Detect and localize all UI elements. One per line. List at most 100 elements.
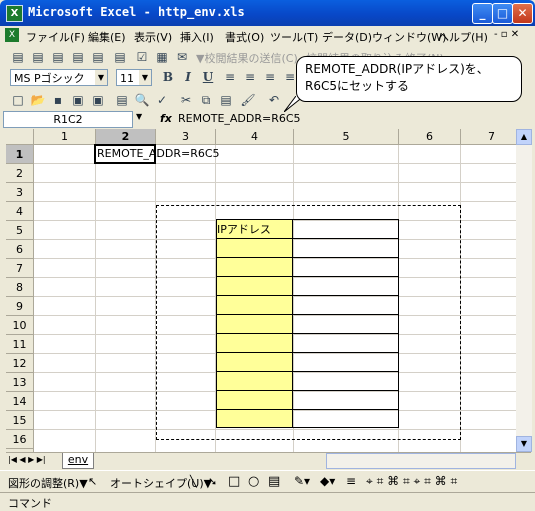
formula-input[interactable]: REMOTE_ADDR=R6C5 <box>178 112 301 125</box>
row-header-15[interactable]: 15 <box>6 411 34 430</box>
align-center-icon[interactable]: ≡ <box>242 69 258 85</box>
row-header-13[interactable]: 13 <box>6 373 34 392</box>
line-icon[interactable]: ╲ <box>190 475 197 488</box>
row-header-16[interactable]: 16 <box>6 430 34 449</box>
vertical-scrollbar[interactable]: ▲ ▼ <box>516 129 532 452</box>
chevron-down-icon[interactable]: ▼ <box>139 70 151 85</box>
column-header-2[interactable]: 2 <box>96 129 156 145</box>
sheet-tab-env[interactable]: env <box>62 453 94 469</box>
excel-icon: X <box>6 5 23 22</box>
callout-box[interactable]: REMOTE_ADDR(IPアドレス)を、 R6C5にセットする <box>296 56 522 102</box>
cell-r1c2[interactable]: REMOTE_ADDR=R6C5 <box>97 147 220 160</box>
column-header-4[interactable]: 4 <box>216 129 294 145</box>
save-icon[interactable]: ▪ <box>50 92 66 108</box>
new-comment-icon[interactable]: ▤ <box>10 49 26 65</box>
create-task-icon[interactable]: ☑ <box>134 49 150 65</box>
font-size-select[interactable]: 11 ▼ <box>116 69 152 86</box>
minimize-button[interactable]: _ <box>472 3 493 24</box>
row-header-7[interactable]: 7 <box>6 259 34 278</box>
column-header-5[interactable]: 5 <box>294 129 399 145</box>
menu-format[interactable]: 書式(O) <box>225 29 264 45</box>
arrow-icon[interactable]: ➘ <box>208 475 217 488</box>
line-color-icon[interactable]: ✎▾ <box>294 474 310 488</box>
row-header-4[interactable]: 4 <box>6 202 34 221</box>
row-header-12[interactable]: 12 <box>6 354 34 373</box>
horizontal-scrollbar[interactable] <box>326 453 516 469</box>
menu-file[interactable]: ファイル(F) <box>26 29 85 45</box>
font-color-icon[interactable]: ≡ <box>346 474 356 488</box>
row-header-1[interactable]: 1 <box>6 145 34 164</box>
row-header-14[interactable]: 14 <box>6 392 34 411</box>
shape-adjust-menu[interactable]: 図形の調整(R)▼ <box>8 475 88 491</box>
close-button[interactable]: ✕ <box>512 3 533 24</box>
open-file-icon[interactable]: 📂 <box>30 92 46 108</box>
show-comment-icon[interactable]: ▤ <box>70 49 86 65</box>
menu-view[interactable]: 表示(V) <box>134 29 172 45</box>
column-header-1[interactable]: 1 <box>34 129 96 145</box>
print-icon[interactable]: ▤ <box>114 92 130 108</box>
scroll-down-icon[interactable]: ▼ <box>516 436 532 452</box>
row-header-9[interactable]: 9 <box>6 297 34 316</box>
italic-button[interactable]: I <box>180 69 196 85</box>
menu-help[interactable]: ヘルプ(H) <box>438 29 488 45</box>
name-box[interactable]: R1C2 <box>3 111 133 128</box>
column-header-7[interactable]: 7 <box>461 129 523 145</box>
fx-icon[interactable]: fx <box>160 112 172 125</box>
excel-doc-icon[interactable]: X <box>5 28 19 42</box>
show-all-comments-icon[interactable]: ▤ <box>90 49 106 65</box>
menu-bar: X ファイル(F) 編集(E) 表示(V) 挿入(I) 書式(O) ツール(T)… <box>0 26 535 47</box>
undo-icon[interactable]: ↶ <box>266 92 282 108</box>
menu-tools[interactable]: ツール(T) <box>270 29 318 45</box>
doc-minimize-icon[interactable]: - ▫ ✕ <box>494 29 519 40</box>
rectangle-icon[interactable]: □ <box>228 474 240 489</box>
callout-line-1: REMOTE_ADDR(IPアドレス)を、 <box>305 62 489 76</box>
shape-tools-icon[interactable]: ⌖ ⌗ ⌘ ⌗ ⌖ ⌗ ⌘ ⌗ <box>366 474 457 489</box>
row-header-8[interactable]: 8 <box>6 278 34 297</box>
email-icon[interactable]: ▣ <box>90 92 106 108</box>
drawing-toolbar: 図形の調整(R)▼ ↖ オートシェイプ(U)▼ ╲ ➘ □ ○ ▤ ✎▾ ◆▾ … <box>0 470 535 493</box>
textbox-icon[interactable]: ▤ <box>268 474 280 489</box>
underline-button[interactable]: U <box>200 69 216 85</box>
mail-recipient-icon[interactable]: ✉ <box>174 49 190 65</box>
column-header-3[interactable]: 3 <box>156 129 216 145</box>
select-objects-icon[interactable]: ↖ <box>88 475 97 488</box>
scroll-up-icon[interactable]: ▲ <box>516 129 532 145</box>
oval-icon[interactable]: ○ <box>248 474 259 489</box>
font-name-select[interactable]: MS Pゴシック ▼ <box>10 69 108 86</box>
menu-insert[interactable]: 挿入(I) <box>180 29 214 45</box>
next-comment-icon[interactable]: ▤ <box>50 49 66 65</box>
column-header-6[interactable]: 6 <box>399 129 461 145</box>
bold-button[interactable]: B <box>160 69 176 85</box>
row-header-3[interactable]: 3 <box>6 183 34 202</box>
scroll-track[interactable] <box>516 145 532 436</box>
copy-icon[interactable]: ⧉ <box>198 92 214 108</box>
worksheet-grid[interactable]: 1 2 3 4 5 6 7 1 2 3 4 5 6 7 8 9 10 11 12… <box>6 129 531 452</box>
delete-comment-icon[interactable]: ▤ <box>112 49 128 65</box>
select-all-corner[interactable] <box>6 129 34 145</box>
maximize-button[interactable]: □ <box>492 3 513 24</box>
row-header-11[interactable]: 11 <box>6 335 34 354</box>
menu-data[interactable]: データ(D) <box>322 29 372 45</box>
align-right-icon[interactable]: ≡ <box>262 69 278 85</box>
print-preview-icon[interactable]: 🔍 <box>134 92 150 108</box>
row-header-5[interactable]: 5 <box>6 221 34 240</box>
send-review-button[interactable]: ▼校閲結果の送信(C) <box>196 50 298 66</box>
sheet-nav-icon[interactable]: |◀ ◀ ▶ ▶| <box>8 455 46 464</box>
menu-window[interactable]: ウィンドウ(W) <box>372 29 446 45</box>
chevron-down-icon[interactable]: ▼ <box>136 112 142 121</box>
menu-edit[interactable]: 編集(E) <box>88 29 126 45</box>
new-file-icon[interactable]: □ <box>10 92 26 108</box>
paste-icon[interactable]: ▤ <box>218 92 234 108</box>
cut-icon[interactable]: ✂ <box>178 92 194 108</box>
row-header-10[interactable]: 10 <box>6 316 34 335</box>
spelling-icon[interactable]: ✓ <box>154 92 170 108</box>
fill-color-icon[interactable]: ◆▾ <box>320 474 335 488</box>
format-painter-icon[interactable]: 🖌 <box>240 92 256 108</box>
update-file-icon[interactable]: ▦ <box>154 49 170 65</box>
row-header-6[interactable]: 6 <box>6 240 34 259</box>
row-header-2[interactable]: 2 <box>6 164 34 183</box>
prev-comment-icon[interactable]: ▤ <box>30 49 46 65</box>
permission-icon[interactable]: ▣ <box>70 92 86 108</box>
chevron-down-icon[interactable]: ▼ <box>95 70 107 85</box>
align-left-icon[interactable]: ≡ <box>222 69 238 85</box>
